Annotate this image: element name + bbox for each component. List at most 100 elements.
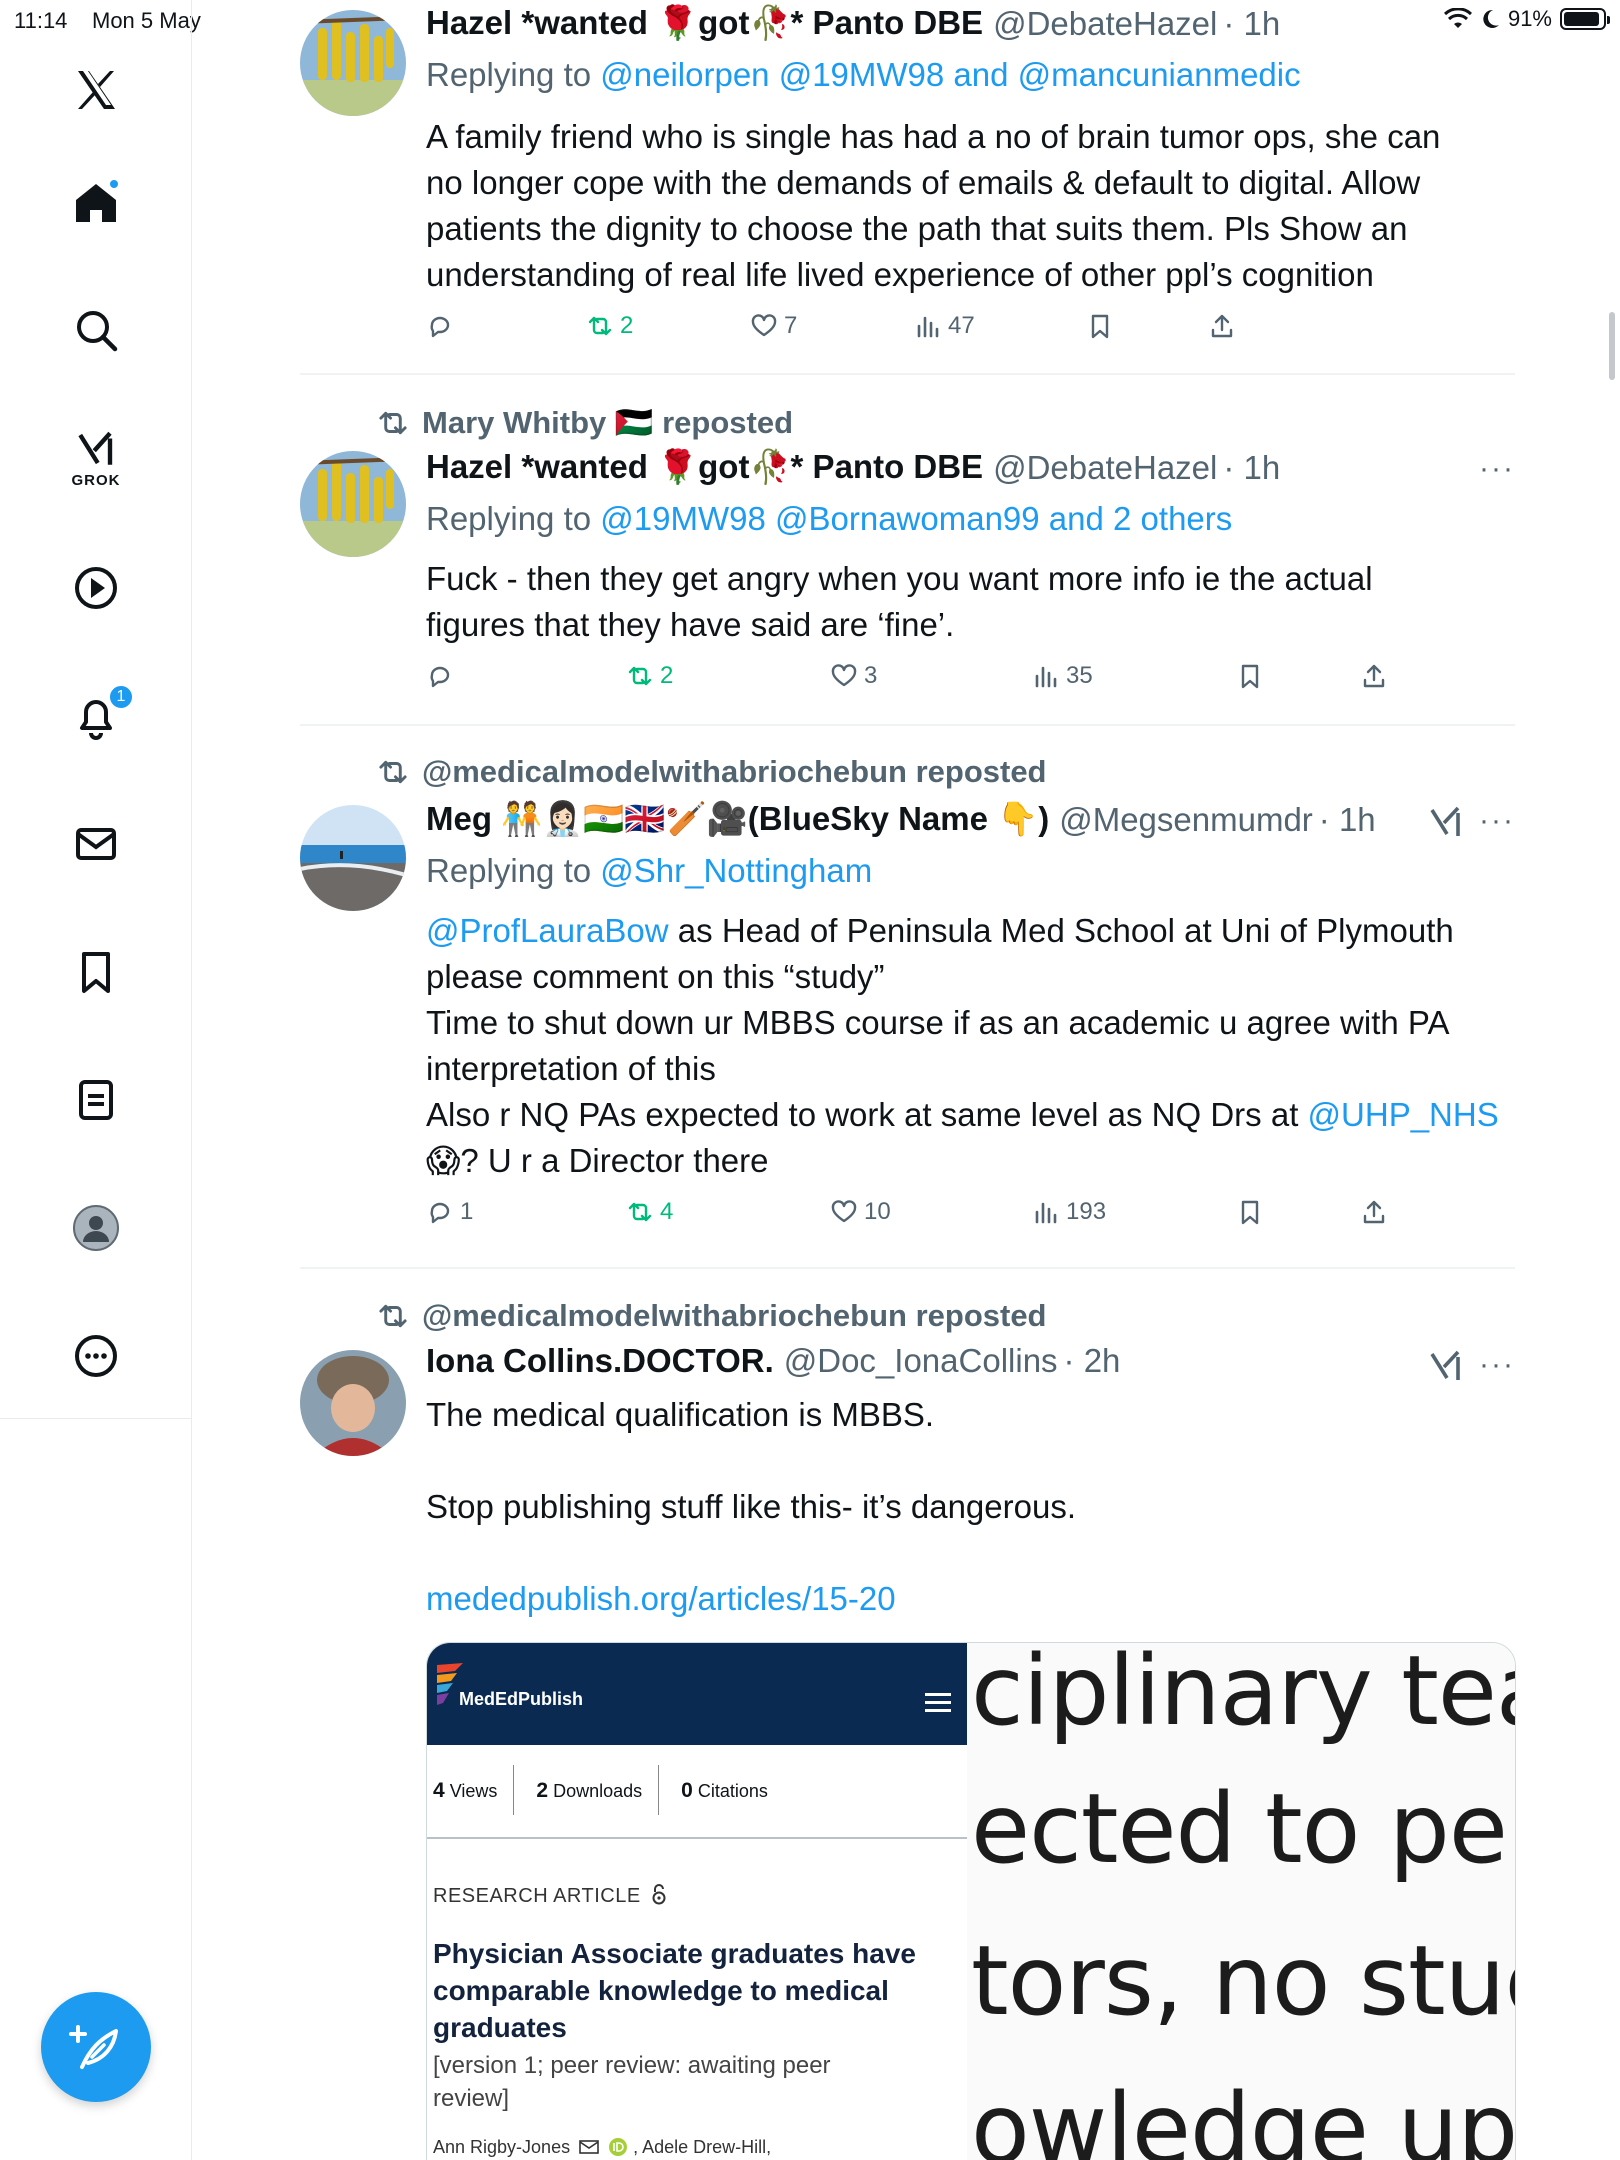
avatar[interactable]: [300, 1350, 406, 1456]
tweet-separator: [300, 1267, 1515, 1269]
more-options-icon[interactable]: ···: [1479, 1348, 1515, 1382]
tweet-text-line: @ProfLauraBow as Head of Peninsula Med S…: [426, 908, 1516, 954]
orcid-icon: [609, 2138, 628, 2156]
user-handle[interactable]: @DebateHazel: [993, 5, 1217, 43]
tweet-text: The medical qualification is MBBS. Stop …: [426, 1392, 1516, 1622]
sidebar-item-notifications[interactable]: 1: [52, 672, 140, 760]
share-button[interactable]: [1208, 312, 1236, 340]
tweet-text-line: please comment on this “study”: [426, 958, 885, 995]
views-button[interactable]: 47: [914, 312, 975, 340]
reply-icon: [430, 316, 450, 338]
share-button[interactable]: [1360, 1198, 1388, 1226]
tweet-text-line: mededpublish.org/articles/15-20: [426, 1576, 1516, 1622]
sidebar-item-messages[interactable]: [52, 800, 140, 888]
bookmark-button[interactable]: [1086, 312, 1114, 340]
reply-button[interactable]: 1: [426, 1198, 473, 1226]
repost-button[interactable]: 2: [586, 312, 633, 340]
replying-to-handles[interactable]: @neilorpen @19MW98 and @mancunianmedic: [600, 56, 1300, 93]
bookmark-button[interactable]: [1236, 1198, 1264, 1226]
avatar[interactable]: [300, 451, 406, 557]
sidebar-item-x[interactable]: [52, 46, 140, 134]
list-icon: [79, 1080, 113, 1120]
sidebar-item-lists[interactable]: [52, 1056, 140, 1144]
avatar[interactable]: [300, 805, 406, 911]
sidebar-item-home[interactable]: [52, 158, 140, 246]
reposted-by[interactable]: @medicalmodelwithabriochebun reposted: [376, 754, 1047, 790]
beach-avatar-image: [300, 805, 406, 911]
user-handle[interactable]: @Doc_IonaCollins: [784, 1342, 1058, 1380]
post-time[interactable]: · 1h: [1223, 5, 1280, 43]
tweet-text-line: interpretation of this: [426, 1050, 716, 1087]
sidebar-item-more[interactable]: [52, 1312, 140, 1400]
repost-count: 4: [660, 1198, 674, 1225]
mail-icon: [76, 828, 116, 860]
reply-icon: [430, 1202, 450, 1224]
sidebar-item-profile[interactable]: [52, 1184, 140, 1272]
like-button[interactable]: 3: [830, 662, 877, 690]
post-time[interactable]: · 1h: [1223, 449, 1280, 487]
views-icon: [917, 316, 939, 338]
zoomed-text-line: ected to perf: [971, 1773, 1515, 1885]
display-name[interactable]: Iona Collins.DOCTOR.: [426, 1342, 774, 1380]
compose-icon: [69, 2025, 118, 2069]
more-circle-icon: [75, 1335, 117, 1377]
grok-explain-icon[interactable]: [1428, 1348, 1464, 1384]
reply-icon: [430, 666, 450, 688]
sidebar-item-grok[interactable]: GROK: [52, 414, 140, 502]
display-name[interactable]: Meg 🧑‍🤝‍🧑👩🏻‍⚕️🇮🇳🇬🇧🏏🎥(BlueSky Name 👇): [426, 800, 1049, 839]
grok-explain-icon[interactable]: [1428, 804, 1464, 840]
zoomed-text-line: owledge up: [971, 2073, 1516, 2160]
display-name[interactable]: Hazel *wanted 🌹got🥀* Panto DBE: [426, 448, 983, 487]
like-button[interactable]: 7: [750, 312, 797, 340]
scrollbar-thumb[interactable]: [1609, 312, 1615, 380]
wifi-icon: [1443, 8, 1472, 28]
avatar[interactable]: [300, 10, 406, 116]
replying-to-handles[interactable]: @19MW98 @Bornawoman99 and 2 others: [600, 500, 1232, 537]
replying-to: Replying to @Shr_Nottingham: [426, 852, 872, 890]
reply-button[interactable]: [426, 662, 454, 690]
display-name[interactable]: Hazel *wanted 🌹got🥀* Panto DBE: [426, 4, 983, 43]
tweet-header: Hazel *wanted 🌹got🥀* Panto DBE @DebateHa…: [426, 448, 1280, 487]
link-preview-card[interactable]: MedEdPublish 4 Views 2 Downloads 0 Citat…: [426, 1642, 1516, 2160]
tweet-text-segment: Also r NQ PAs expected to work at same l…: [426, 1096, 1308, 1133]
user-handle[interactable]: @DebateHazel: [993, 449, 1217, 487]
tweet-text-line: The medical qualification is MBBS.: [426, 1396, 935, 1433]
repost-button[interactable]: 4: [626, 1198, 673, 1226]
mention-link[interactable]: @ProfLauraBow: [426, 912, 669, 949]
card-divider: [427, 1837, 967, 1839]
replying-to-prefix: Replying to: [426, 500, 601, 537]
reposted-by[interactable]: Mary Whitby 🇵🇸 reposted: [376, 404, 793, 441]
more-options-icon[interactable]: ···: [1479, 804, 1515, 838]
views-button[interactable]: 35: [1032, 662, 1093, 690]
views-icon: [1035, 666, 1057, 688]
external-link[interactable]: mededpublish.org/articles/15-20: [426, 1580, 896, 1617]
repost-icon: [628, 1202, 652, 1222]
repost-button[interactable]: 2: [626, 662, 673, 690]
sidebar-item-bookmarks[interactable]: [52, 928, 140, 1016]
downloads-stat-label: Downloads: [553, 1781, 643, 1801]
sidebar-item-explore[interactable]: [52, 286, 140, 374]
bookmark-button[interactable]: [1236, 662, 1264, 690]
like-count: 7: [784, 312, 798, 339]
sidebar-item-video[interactable]: [52, 544, 140, 632]
tweet-text-line: Stop publishing stuff like this- it’s da…: [426, 1488, 1076, 1525]
reposted-by-text: Mary Whitby 🇵🇸 reposted: [422, 405, 794, 440]
email-icon: [579, 2140, 599, 2154]
like-count: 10: [864, 1198, 891, 1225]
tweet-text: Fuck - then they get angry when you want…: [426, 556, 1516, 648]
share-button[interactable]: [1360, 662, 1388, 690]
replying-to: Replying to @19MW98 @Bornawoman99 and 2 …: [426, 500, 1232, 538]
sidebar: GROK 1: [0, 0, 192, 2160]
post-time[interactable]: · 1h: [1319, 801, 1376, 839]
replying-to-handles[interactable]: @Shr_Nottingham: [600, 852, 872, 889]
compose-button[interactable]: [41, 1992, 151, 2102]
views-button[interactable]: 193: [1032, 1198, 1106, 1226]
like-button[interactable]: 10: [830, 1198, 891, 1226]
post-time[interactable]: · 2h: [1064, 1342, 1121, 1380]
user-handle[interactable]: @Megsenmumdr: [1059, 801, 1313, 839]
reposted-by[interactable]: @medicalmodelwithabriochebun reposted: [376, 1298, 1047, 1334]
mention-link[interactable]: @UHP_NHS: [1308, 1096, 1499, 1133]
battery-percent: 91%: [1507, 6, 1552, 31]
more-options-icon[interactable]: ···: [1479, 452, 1515, 486]
reply-button[interactable]: [426, 312, 454, 340]
